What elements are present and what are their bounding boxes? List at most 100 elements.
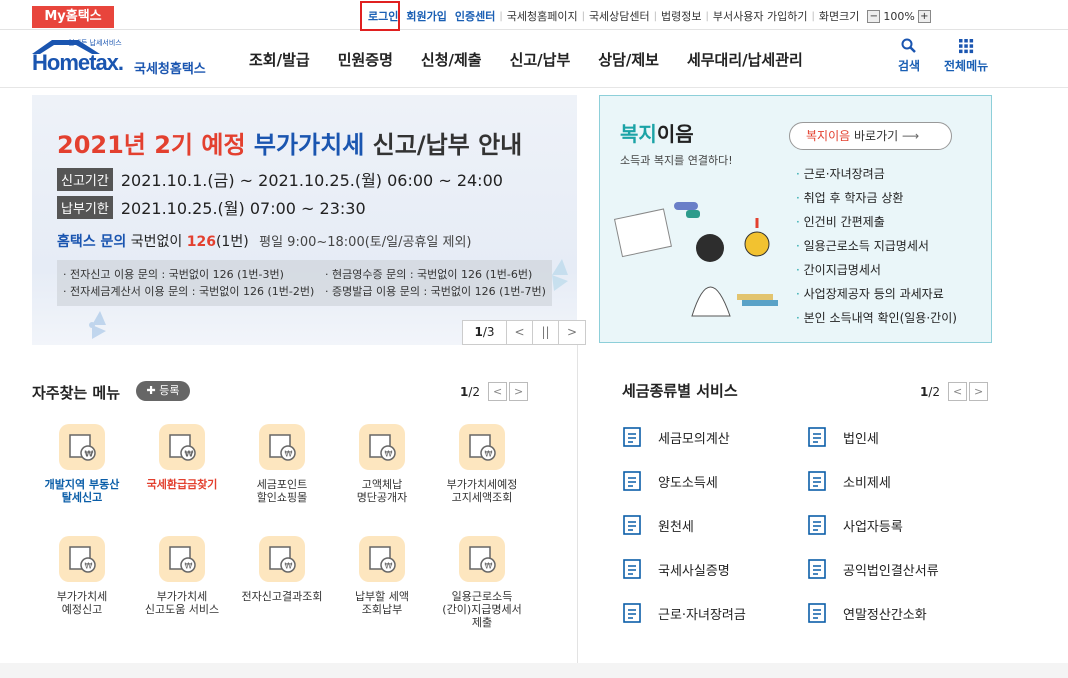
banner-next-button[interactable]: > (559, 321, 585, 344)
vat-banner[interactable]: 2021년 2기 예정 부가가치세 신고/납부 안내 신고기간 2021.10.… (32, 95, 577, 345)
favorite-item-label: 세금포인트 할인쇼핑몰 (256, 478, 308, 504)
taxtype-item-label: 법인세 (843, 431, 879, 447)
svg-text:₩: ₩ (185, 562, 193, 571)
vat-notice-inquiry-icon: ₩ (459, 424, 505, 470)
section-divider (577, 345, 578, 665)
search-button[interactable]: 검색 (898, 38, 920, 74)
taxtype-item-corporate-tax[interactable]: 법인세 (807, 426, 879, 448)
taxtypes-next-button[interactable]: > (969, 382, 989, 401)
favorites-title: 자주찾는 메뉴 (32, 384, 121, 402)
corporate-tax-icon (808, 427, 826, 447)
year-end-settlement-icon (808, 603, 826, 623)
register-favorite-button[interactable]: ✚ 등록 (136, 381, 190, 401)
nav-item-civil[interactable]: 민원증명 (338, 49, 393, 70)
law-info-link[interactable]: 법령정보 (657, 8, 705, 24)
plus-icon: ✚ (146, 384, 160, 397)
favorite-item-vat-notice-inquiry[interactable]: ₩ 부가가치세예정 고지세액조회 (432, 424, 532, 504)
welfare-box: 복지이음 소득과 복지를 연결하다! 복지이음 바로가기 ⟶ 근로·자녀장려금 … (599, 95, 992, 343)
taxtype-item-tax-simulation[interactable]: 세금모의계산 (622, 426, 730, 448)
welfare-item[interactable]: 인건비 간편제출 (796, 210, 957, 234)
welfare-item[interactable]: 간이지급명세서 (796, 258, 957, 282)
welfare-item[interactable]: 사업장제공자 등의 과세자료 (796, 282, 957, 306)
favorite-item-delinquent-list[interactable]: ₩ 고액체납 명단공개자 (332, 424, 432, 504)
hometax-logo[interactable]: 언제든 납세서비스 Hometax. 국세청홈택스 (30, 36, 220, 80)
zoom-in-button[interactable]: + (917, 9, 931, 23)
nav-item-counsel[interactable]: 상담/제보 (598, 49, 659, 70)
taxtype-item-year-end-settlement[interactable]: 연말정산간소화 (807, 602, 927, 624)
earned-income-credit-icon (623, 603, 641, 623)
banner-title-period: 2021년 2기 예정 (57, 131, 246, 159)
taxtype-item-public-corp-settlement[interactable]: 공익법인결산서류 (807, 558, 939, 580)
taxtype-item-business-registration[interactable]: 사업자등록 (807, 514, 903, 536)
taxtype-item-label: 소비제세 (843, 475, 891, 491)
banner-pause-button[interactable]: || (533, 321, 559, 344)
taxtypes-pager: 1/2 < > (920, 382, 989, 401)
favorite-item-payable-tax-inquiry[interactable]: ₩ 납부할 세액 조회납부 (332, 536, 432, 616)
my-hometax-button[interactable]: My홈택스 (32, 6, 114, 28)
signup-link[interactable]: 회원가입 (402, 8, 450, 24)
login-link[interactable]: 로그인 (364, 8, 402, 24)
welfare-item[interactable]: 본인 소득내역 확인(일용·간이) (796, 306, 957, 330)
welfare-item[interactable]: 취업 후 학자금 상환 (796, 186, 957, 210)
svg-text:₩: ₩ (85, 450, 94, 459)
withholding-tax-icon (623, 515, 641, 535)
welfare-item[interactable]: 일용근로소득 지급명세서 (796, 234, 957, 258)
taxtypes-page-total: /2 (928, 384, 941, 399)
nts-homepage-link[interactable]: 국세청홈페이지 (503, 8, 582, 24)
zoom-out-button[interactable]: − (867, 9, 881, 23)
svg-text:₩: ₩ (385, 562, 393, 571)
grid-icon (959, 39, 974, 54)
favorite-item-e-filing-result[interactable]: ₩ 전자신고결과조회 (232, 536, 332, 603)
favorite-item-daily-wage-statement[interactable]: ₩ 일용근로소득 (간이)지급명세서 제출 (432, 536, 532, 629)
welfare-item[interactable]: 근로·자녀장려금 (796, 162, 957, 186)
screen-size-label: 화면크기 (818, 10, 860, 23)
favorite-item-refund-search[interactable]: ₩ 국세환급금찾기 (132, 424, 232, 491)
svg-text:₩: ₩ (85, 562, 93, 571)
favorites-page-total: /2 (468, 384, 481, 399)
banner-period-row: 신고기간 2021.10.1.(금) ~ 2021.10.25.(월) 06:0… (57, 167, 503, 191)
favorite-item-vat-help-service[interactable]: ₩ 부가가치세 신고도움 서비스 (132, 536, 232, 616)
nav-item-agent[interactable]: 세무대리/납세관리 (687, 49, 803, 70)
info-line: · 현금영수증 문의 : 국번없이 126 (1번-6번) (325, 268, 533, 281)
favorite-item-real-estate-report[interactable]: ₩ 개발지역 부동산 탈세신고 (32, 424, 132, 504)
favorites-next-button[interactable]: > (509, 382, 529, 401)
taxtype-item-capital-gains-tax[interactable]: 양도소득세 (622, 470, 718, 492)
favorites-prev-button[interactable]: < (488, 382, 508, 401)
svg-text:₩: ₩ (385, 450, 393, 459)
nav-item-report[interactable]: 신고/납부 (510, 49, 571, 70)
business-registration-icon (808, 515, 826, 535)
all-menu-button[interactable]: 전체메뉴 (944, 38, 988, 74)
logo-small-text: 언제든 납세서비스 (68, 39, 122, 47)
taxtypes-page-current: 1 (920, 384, 929, 399)
favorites-pager: 1/2 < > (460, 382, 529, 401)
main-nav: 조회/발급 민원증명 신청/제출 신고/납부 상담/제보 세무대리/납세관리 (249, 49, 831, 70)
taxtypes-prev-button[interactable]: < (948, 382, 968, 401)
banner-title-rest: 신고/납부 안내 (372, 131, 523, 159)
nav-item-apply[interactable]: 신청/제출 (421, 49, 482, 70)
payable-tax-inquiry-icon: ₩ (359, 536, 405, 582)
dept-user-signup-link[interactable]: 부서사용자 가입하기 (709, 8, 812, 24)
taxtype-item-tax-certificate[interactable]: 국세사실증명 (622, 558, 730, 580)
nav-item-inquiry[interactable]: 조회/발급 (249, 49, 310, 70)
nts-counsel-link[interactable]: 국세상담센터 (585, 8, 654, 24)
banner-pager: 1/3 < || > (462, 320, 586, 345)
favorite-item-label: 고액체납 명단공개자 (356, 478, 408, 504)
taxtype-item-consumption-tax[interactable]: 소비제세 (807, 470, 891, 492)
svg-text:₩: ₩ (485, 450, 493, 459)
banner-info-box: · 전자신고 이용 문의 : 국번없이 126 (1번-3번) · 현금영수증 문… (57, 260, 552, 306)
info-line: · 증명발급 이용 문의 : 국번없이 126 (1번-7번) (325, 285, 546, 298)
banner-prev-button[interactable]: < (507, 321, 533, 344)
taxtype-item-label: 사업자등록 (843, 519, 903, 535)
welfare-go-button[interactable]: 복지이음 바로가기 ⟶ (789, 122, 952, 150)
svg-text:₩: ₩ (285, 450, 293, 459)
taxtype-item-withholding-tax[interactable]: 원천세 (622, 514, 694, 536)
taxtype-item-earned-income-credit[interactable]: 근로·자녀장려금 (622, 602, 746, 624)
bottom-band (0, 663, 1068, 678)
search-label: 검색 (898, 59, 921, 73)
welfare-list: 근로·자녀장려금 취업 후 학자금 상환 인건비 간편제출 일용근로소득 지급명… (796, 162, 957, 330)
banner-due-row: 납부기한 2021.10.25.(월) 07:00 ~ 23:30 (57, 195, 366, 219)
welfare-illustration-icon (613, 202, 778, 317)
cert-center-link[interactable]: 인증센터 (451, 8, 499, 24)
favorite-item-vat-preliminary-report[interactable]: ₩ 부가가치세 예정신고 (32, 536, 132, 616)
favorite-item-tax-point-mall[interactable]: ₩ 세금포인트 할인쇼핑몰 (232, 424, 332, 504)
